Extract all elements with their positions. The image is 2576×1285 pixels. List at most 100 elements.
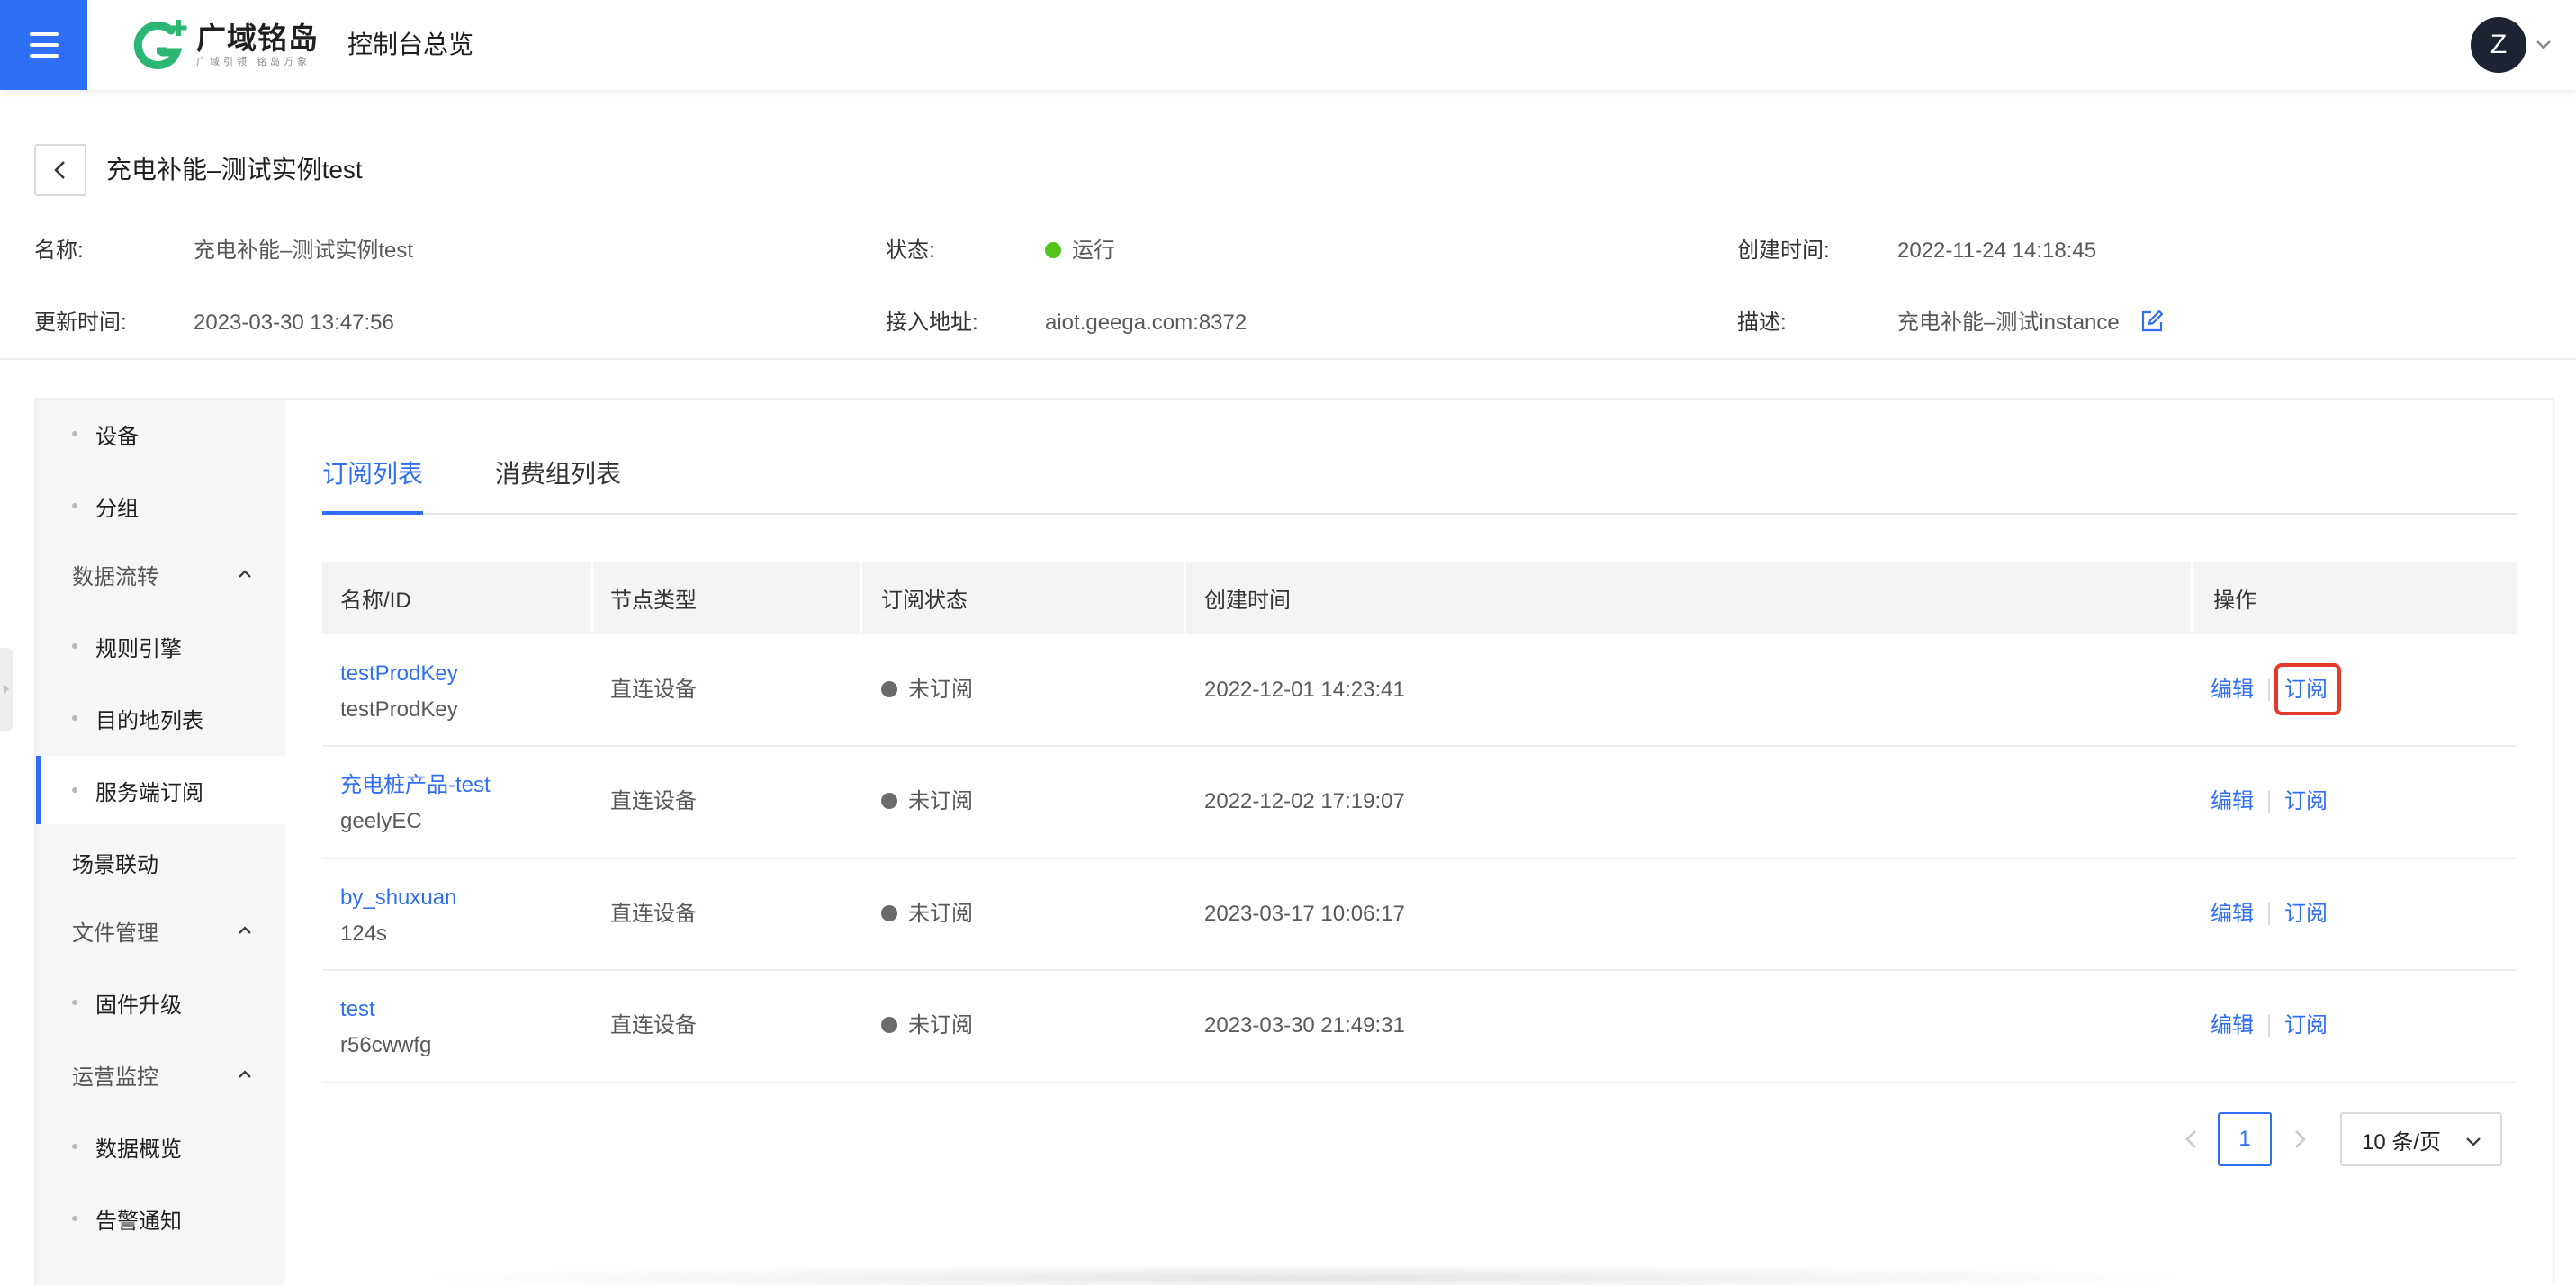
subscribe-link[interactable]: 订阅 [2284, 786, 2328, 818]
row-id: 124s [340, 921, 388, 946]
row-node-type: 直连设备 [610, 902, 697, 926]
row-divider [322, 1082, 2517, 1083]
page-size-select[interactable]: 10 条/页 [2340, 1112, 2502, 1166]
sidebar-group-operations-monitoring[interactable]: 运营监控 [36, 1040, 285, 1109]
top-header: 广域铭岛 广域引领 铭岛万象 控制台总览 Z [0, 0, 2576, 90]
row-divider [322, 969, 2517, 971]
row-name-link[interactable]: by_shuxuan [340, 882, 456, 914]
tab-consumer-group-list[interactable]: 消费组列表 [495, 454, 621, 494]
sidebar-collapse-handle[interactable] [0, 648, 13, 731]
row-divider [322, 745, 2517, 747]
row-status: 未订阅 [881, 674, 973, 706]
chevron-down-icon [2466, 1137, 2481, 1146]
row-status: 未订阅 [881, 898, 973, 930]
row-status: 未订阅 [881, 786, 973, 818]
row-id: geelyEC [340, 809, 422, 833]
edit-link[interactable]: 编辑 [2211, 1010, 2254, 1042]
row-created-time: 2023-03-30 21:49:31 [1204, 1013, 1405, 1038]
row-created-time: 2022-12-01 14:23:41 [1204, 678, 1405, 702]
status-unsubscribed-dot [881, 905, 897, 921]
bullet-icon [72, 643, 77, 649]
row-id: r56cwwfg [340, 1033, 432, 1057]
sidebar-item-rule-engine[interactable]: 规则引擎 [36, 612, 285, 680]
sidebar-item-alarm-notification[interactable]: 告警通知 [36, 1184, 285, 1253]
sidebar-item-device[interactable]: 设备 [36, 400, 285, 468]
sidebar-item-firmware-upgrade[interactable]: 固件升级 [36, 968, 285, 1037]
row-created-time: 2022-12-02 17:19:07 [1204, 789, 1405, 813]
bullet-icon [72, 503, 77, 508]
header-divider [0, 358, 2576, 360]
endpoint-label: 接入地址: [886, 310, 978, 335]
row-name-link[interactable]: 充电桩产品-test [340, 769, 491, 802]
pagination-prev-icon[interactable] [2178, 1126, 2205, 1153]
bullet-icon [72, 1000, 77, 1005]
updated-time-value: 2023-03-30 13:47:56 [194, 310, 394, 335]
action-separator [2268, 903, 2270, 925]
row-name-link[interactable]: testProdKey [340, 658, 458, 690]
edit-link[interactable]: 编辑 [2211, 674, 2254, 706]
description-label: 描述: [1737, 310, 1787, 335]
sidebar-item-data-overview[interactable]: 数据概览 [36, 1112, 285, 1181]
endpoint-value: aiot.geega.com:8372 [1045, 310, 1247, 335]
description-value: 充电补能–测试instance [1897, 310, 2120, 335]
edit-link[interactable]: 编辑 [2211, 898, 2254, 930]
action-separator [2268, 1015, 2270, 1037]
row-id: testProdKey [340, 697, 458, 722]
column-header-name-id: 名称/ID [340, 588, 411, 613]
bullet-icon [72, 1144, 77, 1149]
row-node-type: 直连设备 [610, 789, 697, 813]
bullet-icon [72, 431, 77, 436]
subscribe-highlight-box [2274, 663, 2341, 715]
chevron-left-icon [54, 161, 65, 179]
logo-icon [133, 20, 187, 69]
console-overview-link[interactable]: 控制台总览 [347, 27, 473, 63]
back-button[interactable] [34, 144, 86, 196]
created-time-value: 2022-11-24 14:18:45 [1897, 238, 2097, 263]
chevron-up-icon [239, 1070, 251, 1078]
sidebar-item-destination-list[interactable]: 目的地列表 [36, 684, 285, 752]
action-separator [2268, 791, 2270, 813]
sidebar: 设备 分组 数据流转 规则引擎 目的地列表 服务端订阅 场景联动 文件管理 固件… [36, 400, 285, 1285]
bullet-icon [72, 787, 77, 793]
logo[interactable]: 广域铭岛 广域引领 铭岛万象 [131, 18, 319, 72]
subscribe-link[interactable]: 订阅 [2284, 898, 2328, 930]
main-panel [34, 398, 2554, 1285]
logo-slogan: 广域引领 铭岛万象 [196, 57, 311, 67]
menu-toggle-button[interactable] [0, 0, 87, 90]
column-header-subscription-status: 订阅状态 [881, 588, 968, 613]
status-unsubscribed-dot [881, 681, 897, 697]
tab-subscription-list[interactable]: 订阅列表 [322, 454, 423, 494]
sidebar-item-server-subscription[interactable]: 服务端订阅 [36, 756, 285, 824]
edit-link[interactable]: 编辑 [2211, 786, 2254, 818]
subscribe-link[interactable]: 订阅 [2284, 1010, 2328, 1042]
status-unsubscribed-dot [881, 1017, 897, 1033]
tabs-divider [322, 513, 2517, 515]
avatar[interactable]: Z [2471, 17, 2526, 73]
page-title: 充电补能–测试实例test [106, 156, 363, 184]
sidebar-item-group[interactable]: 分组 [36, 472, 285, 540]
row-node-type: 直连设备 [610, 678, 697, 702]
bullet-icon [72, 1216, 77, 1221]
tab-active-indicator [322, 511, 423, 515]
created-time-label: 创建时间: [1737, 238, 1830, 263]
sidebar-group-file-management[interactable]: 文件管理 [36, 896, 285, 965]
caret-right-icon [4, 685, 9, 694]
name-value: 充电补能–测试实例test [194, 238, 414, 263]
pagination-page-1[interactable]: 1 [2218, 1112, 2272, 1166]
name-label: 名称: [34, 238, 84, 263]
bottom-shadow [405, 1264, 2205, 1285]
column-separator [1184, 562, 1186, 634]
pagination-next-icon[interactable] [2286, 1126, 2313, 1153]
sidebar-item-scene-linkage[interactable]: 场景联动 [36, 828, 285, 896]
hamburger-icon [29, 32, 59, 58]
chevron-down-icon[interactable] [2531, 32, 2556, 58]
action-separator [2268, 679, 2270, 701]
column-separator [591, 562, 593, 634]
sidebar-group-data-flow[interactable]: 数据流转 [36, 540, 285, 608]
row-name-link[interactable]: test [340, 993, 375, 1026]
row-created-time: 2023-03-17 10:06:17 [1204, 902, 1405, 926]
status-value: 运行 [1045, 235, 1115, 267]
edit-description-icon[interactable] [2139, 309, 2165, 334]
status-unsubscribed-dot [881, 793, 897, 809]
page-size-value: 10 条/页 [2362, 1129, 2442, 1155]
